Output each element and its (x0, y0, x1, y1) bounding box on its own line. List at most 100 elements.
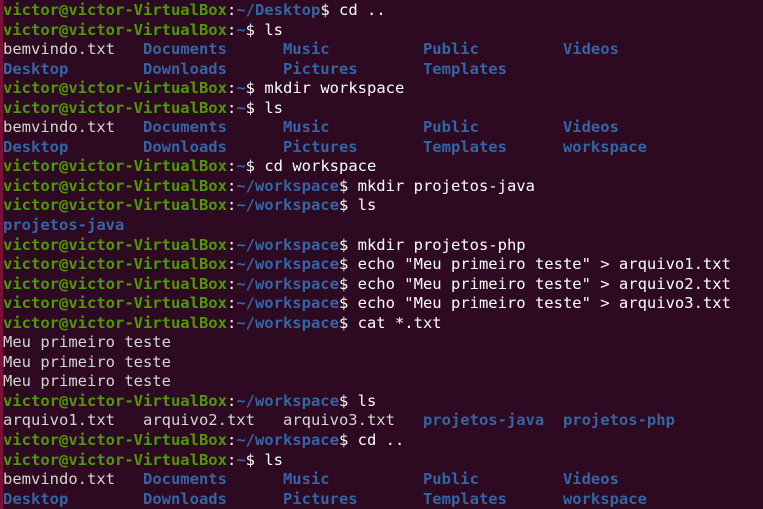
ls-directory-entry: Templates (422, 137, 563, 156)
prompt-user-host: victor@victor-VirtualBox (3, 391, 227, 410)
prompt-user-host: victor@victor-VirtualBox (3, 313, 227, 332)
prompt-path: ~/workspace (236, 294, 339, 313)
prompt-sigil: $ (338, 391, 349, 410)
prompt-sigil: $ (338, 313, 349, 332)
command-output-line: Meu primeiro teste (3, 353, 731, 373)
terminal-prompt-line: victor@victor-VirtualBox:~/workspace$ ec… (3, 294, 731, 314)
command-text: ls (348, 391, 377, 410)
prompt-path: ~ (236, 450, 246, 469)
terminal-prompt-line: victor@victor-VirtualBox:~$ mkdir worksp… (3, 79, 731, 99)
ls-output-row: Desktop Downloads Pictures Templates (3, 60, 731, 80)
prompt-user-host: victor@victor-VirtualBox (3, 79, 227, 98)
prompt-user-host: victor@victor-VirtualBox (3, 274, 227, 293)
terminal-window[interactable]: victor@victor-VirtualBox:~/Desktop$ cd .… (0, 0, 763, 509)
ls-file-entry: arquivo1.txt (3, 411, 143, 430)
prompt-user-host: victor@victor-VirtualBox (3, 294, 227, 313)
prompt-separator: : (226, 235, 237, 254)
prompt-path: ~/workspace (236, 313, 339, 332)
prompt-separator: : (226, 157, 237, 176)
prompt-sigil: $ (338, 274, 349, 293)
terminal-prompt-line: victor@victor-VirtualBox:~$ ls (3, 451, 731, 471)
prompt-sigil: $ (338, 431, 349, 450)
terminal-prompt-line: victor@victor-VirtualBox:~$ cd workspace (3, 157, 731, 177)
prompt-sigil: $ (245, 157, 255, 176)
command-output-line: Meu primeiro teste (3, 372, 731, 392)
prompt-user-host: victor@victor-VirtualBox (3, 176, 227, 195)
ls-directory-entry: Pictures (282, 489, 423, 508)
ls-output-row: bemvindo.txt Documents Music Public Vide… (3, 470, 731, 490)
terminal-prompt-line: victor@victor-VirtualBox:~/workspace$ ls (3, 392, 731, 412)
command-text: mkdir workspace (255, 79, 405, 98)
ls-directory-entry: projetos-java (422, 411, 563, 430)
terminal-prompt-line: victor@victor-VirtualBox:~/workspace$ ec… (3, 255, 731, 275)
output-text: Meu primeiro teste (3, 333, 171, 352)
prompt-user-host: victor@victor-VirtualBox (3, 20, 227, 39)
prompt-user-host: victor@victor-VirtualBox (3, 235, 227, 254)
command-text: mkdir projetos-java (348, 176, 535, 195)
ls-directory-entry: Public (422, 40, 563, 59)
ls-file-entry: bemvindo.txt (3, 118, 143, 137)
output-text: Meu primeiro teste (3, 372, 171, 391)
prompt-user-host: victor@victor-VirtualBox (3, 431, 227, 450)
command-output-line: Meu primeiro teste (3, 333, 731, 353)
command-text: ls (255, 450, 283, 469)
terminal-screen[interactable]: victor@victor-VirtualBox:~/Desktop$ cd .… (3, 1, 731, 509)
prompt-sigil: $ (338, 235, 349, 254)
prompt-path: ~ (236, 79, 246, 98)
command-text: echo "Meu primeiro teste" > arquivo1.txt (348, 255, 731, 274)
prompt-sigil: $ (245, 20, 255, 39)
command-text: ls (255, 20, 283, 39)
prompt-separator: : (226, 176, 237, 195)
terminal-prompt-line: victor@victor-VirtualBox:~$ ls (3, 99, 731, 119)
ls-output-row: bemvindo.txt Documents Music Public Vide… (3, 40, 731, 60)
prompt-sigil: $ (338, 255, 349, 274)
terminal-prompt-line: victor@victor-VirtualBox:~/workspace$ mk… (3, 177, 731, 197)
prompt-sigil: $ (338, 176, 349, 195)
terminal-prompt-line: victor@victor-VirtualBox:~/workspace$ ls (3, 196, 731, 216)
prompt-separator: : (226, 450, 237, 469)
command-text: cd .. (348, 431, 405, 450)
ls-directory-entry: Pictures (282, 59, 423, 78)
ls-output-row: bemvindo.txt Documents Music Public Vide… (3, 118, 731, 138)
prompt-separator: : (226, 79, 237, 98)
command-text: ls (348, 196, 377, 215)
prompt-sigil: $ (338, 196, 349, 215)
ls-file-entry: arquivo3.txt (282, 411, 423, 430)
ls-directory-entry: Public (422, 118, 563, 137)
ls-directory-entry: Videos (562, 470, 619, 489)
terminal-prompt-line: victor@victor-VirtualBox:~/workspace$ ec… (3, 275, 731, 295)
prompt-separator: : (226, 196, 237, 215)
command-text: ls (255, 98, 283, 117)
command-text: echo "Meu primeiro teste" > arquivo2.txt (348, 274, 731, 293)
ls-directory-entry: workspace (562, 137, 647, 156)
terminal-prompt-line: victor@victor-VirtualBox:~$ ls (3, 21, 731, 41)
prompt-user-host: victor@victor-VirtualBox (3, 1, 227, 19)
prompt-path: ~/workspace (236, 274, 339, 293)
prompt-sigil: $ (338, 294, 349, 313)
prompt-path: ~/workspace (236, 431, 339, 450)
ls-directory-entry: Downloads (142, 489, 283, 508)
command-text: cd .. (329, 1, 386, 19)
prompt-separator: : (226, 274, 237, 293)
prompt-user-host: victor@victor-VirtualBox (3, 98, 227, 117)
prompt-user-host: victor@victor-VirtualBox (3, 450, 227, 469)
ls-directory-entry: Templates (422, 59, 507, 78)
prompt-separator: : (226, 20, 237, 39)
prompt-user-host: victor@victor-VirtualBox (3, 196, 227, 215)
ls-output-row: Desktop Downloads Pictures Templates wor… (3, 138, 731, 158)
prompt-separator: : (226, 431, 237, 450)
ls-directory-entry: Templates (422, 489, 563, 508)
prompt-separator: : (226, 313, 237, 332)
ls-directory-entry: Downloads (142, 137, 283, 156)
prompt-separator: : (226, 391, 237, 410)
prompt-path: ~ (236, 20, 246, 39)
prompt-path: ~/workspace (236, 176, 339, 195)
prompt-separator: : (226, 294, 237, 313)
command-text: echo "Meu primeiro teste" > arquivo3.txt (348, 294, 731, 313)
prompt-separator: : (226, 255, 237, 274)
ls-directory-entry: Videos (562, 118, 619, 137)
ls-directory-entry: Music (282, 40, 423, 59)
prompt-sigil: $ (245, 79, 255, 98)
command-text: mkdir projetos-php (348, 235, 526, 254)
terminal-prompt-line: victor@victor-VirtualBox:~/workspace$ ca… (3, 314, 731, 334)
